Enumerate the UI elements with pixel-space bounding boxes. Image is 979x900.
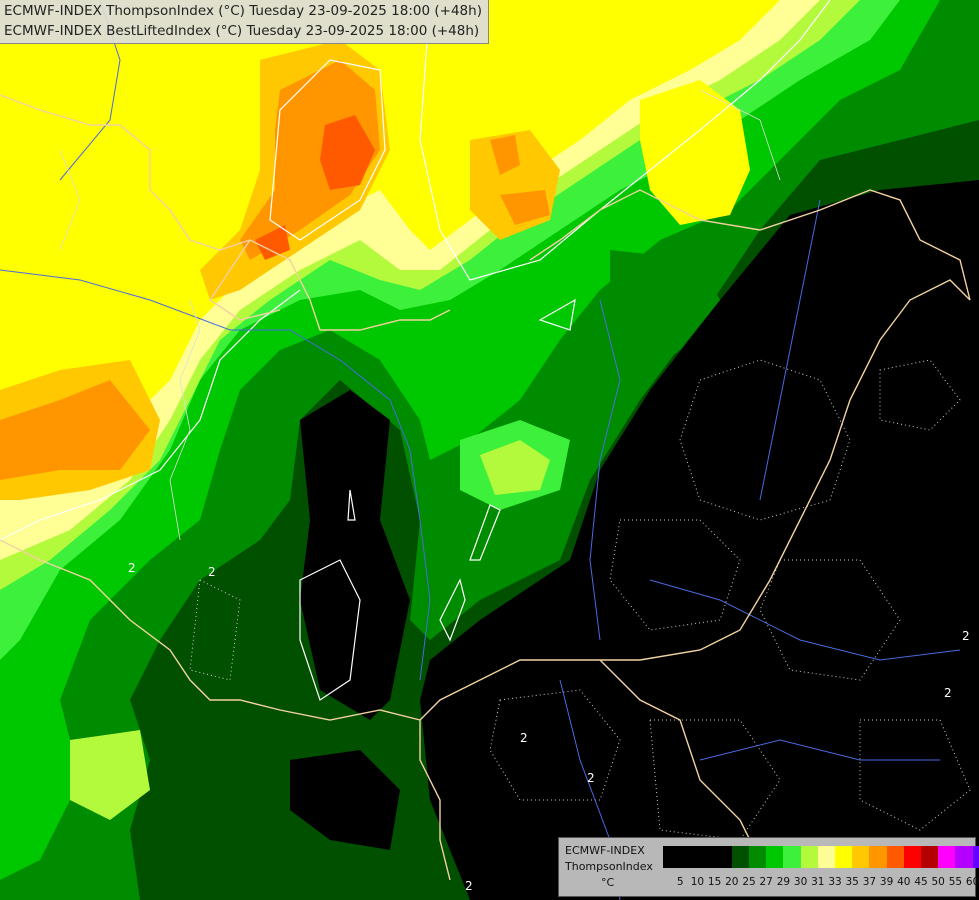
legend-tick-label: 25 [742, 876, 756, 888]
legend-swatch [869, 846, 888, 868]
legend-swatch [749, 846, 767, 868]
legend-tick-label: 39 [879, 876, 894, 888]
legend-tick-label: 29 [776, 876, 791, 888]
contour-label: 2 [208, 565, 216, 579]
weather-map: 2 2 2 2 2 2 2 [0, 0, 979, 900]
legend-swatch [680, 846, 698, 868]
legend-swatch [972, 846, 979, 868]
legend-title: ECMWF-INDEX [565, 844, 645, 857]
legend-tick-label: 33 [828, 876, 842, 888]
contour-label: 2 [962, 629, 970, 643]
legend-tick-label: 35 [845, 876, 859, 888]
legend-tick-label: 31 [811, 876, 825, 888]
legend-swatch [817, 846, 836, 868]
legend-tick-label: 60 [965, 876, 979, 888]
legend-swatch [938, 846, 956, 868]
contour-label: 2 [465, 879, 473, 893]
contour-label: 2 [944, 686, 952, 700]
contour-label: 2 [128, 561, 136, 575]
contour-label: 2 [587, 771, 595, 785]
legend-swatch [903, 846, 922, 868]
legend-tick-label: 27 [759, 876, 773, 888]
map-title-line-1: ECMWF-INDEX ThompsonIndex (°C) Tuesday 2… [4, 3, 482, 19]
legend-swatch [714, 846, 733, 868]
legend-swatch [697, 846, 716, 868]
legend-tick-label: 55 [948, 876, 963, 888]
legend-swatch [663, 846, 681, 868]
legend-swatch [835, 846, 853, 868]
legend-swatch [886, 846, 905, 868]
legend-tick-label: 10 [690, 876, 705, 888]
contour-label: 2 [520, 731, 528, 745]
legend-tick-label: 50 [931, 876, 945, 888]
legend-swatch [783, 846, 802, 868]
legend-swatch [766, 846, 784, 868]
legend-tick-label: 45 [914, 876, 928, 888]
legend-tick-label: 20 [725, 876, 739, 888]
legend-swatch [852, 846, 870, 868]
legend-swatch [955, 846, 974, 868]
legend-swatch [731, 846, 750, 868]
color-legend: ECMWF-INDEX ThompsonIndex °C 5 10 15 20 25 27… [558, 837, 979, 897]
legend-tick-label: 5 [676, 876, 684, 888]
legend-tick-label: 37 [862, 876, 877, 888]
legend-subtitle: ThompsonIndex [565, 860, 653, 873]
map-title-line-2: ECMWF-INDEX BestLiftedIndex (°C) Tuesday… [4, 23, 480, 39]
legend-swatch [800, 846, 819, 868]
legend-tick-label: 40 [897, 876, 911, 888]
legend-tick-label: 15 [707, 876, 722, 888]
map-title-box: ECMWF-INDEX ThompsonIndex (°C) Tuesday 2… [0, 0, 489, 44]
legend-tick-label: 30 [793, 876, 808, 888]
legend-unit: °C [601, 876, 615, 889]
legend-swatch [921, 846, 939, 868]
